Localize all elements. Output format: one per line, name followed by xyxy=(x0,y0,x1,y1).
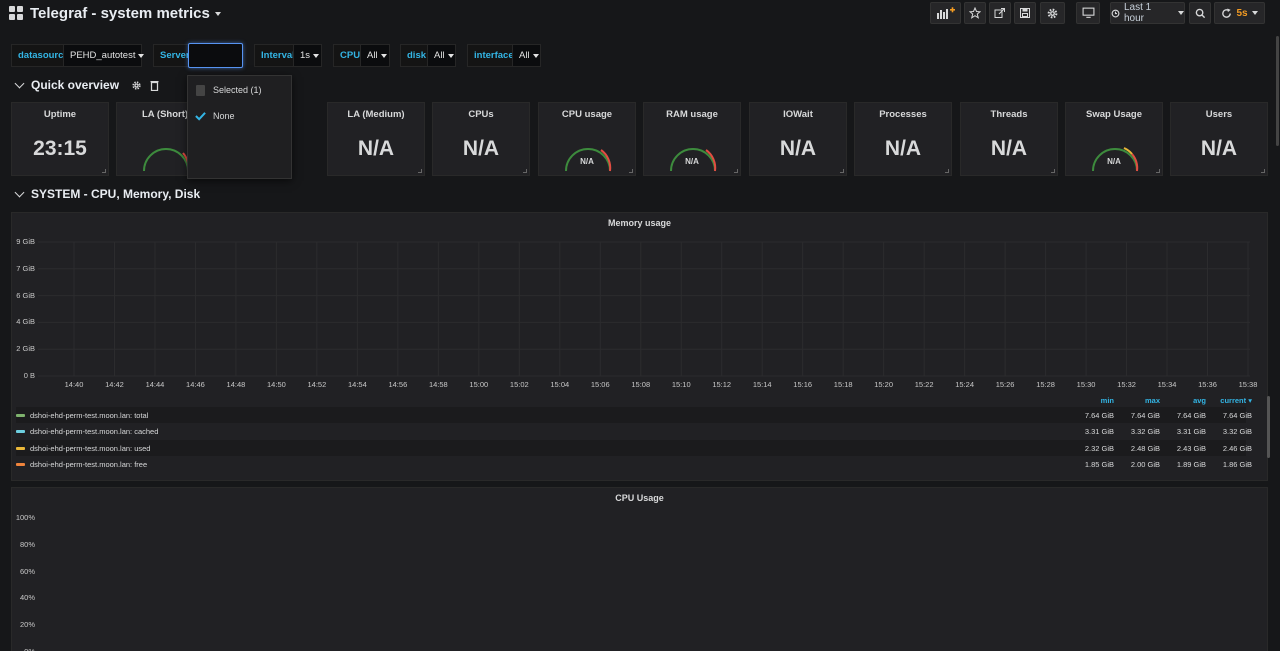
x-tick-label: 15:04 xyxy=(550,380,570,389)
x-tick-label: 15:14 xyxy=(752,380,772,389)
series-name[interactable]: dshoi-ehd-perm-test.moon.lan: used xyxy=(30,444,150,453)
legend-value-current: 3.32 GiB xyxy=(1222,427,1252,436)
y-tick-label: 4 GiB xyxy=(16,317,35,327)
y-tick-label: 100% xyxy=(15,513,35,522)
series-color-swatch[interactable] xyxy=(16,446,25,450)
x-tick-label: 15:24 xyxy=(955,380,974,389)
series-color-swatch[interactable] xyxy=(16,430,25,433)
series-color-swatch[interactable] xyxy=(16,463,25,466)
x-tick-label: 15:32 xyxy=(1117,380,1136,389)
x-tick-label: 14:48 xyxy=(226,380,246,389)
x-tick-label: 14:54 xyxy=(347,380,367,389)
legend-value-current: 7.64 GiB xyxy=(1222,410,1252,420)
legend-header-avg[interactable]: avg xyxy=(1162,396,1206,405)
x-tick-label: 14:40 xyxy=(64,380,84,389)
y-tick-label: 0% xyxy=(5,647,35,651)
x-tick-label: 15:26 xyxy=(995,380,1015,389)
x-tick-label: 15:12 xyxy=(712,380,732,389)
x-tick-label: 15:28 xyxy=(1036,380,1055,389)
legend-value-avg: 7.64 GiB xyxy=(1176,410,1206,420)
legend-value-max: 7.64 GiB xyxy=(1130,410,1160,420)
x-tick-label: 15:22 xyxy=(914,380,934,389)
x-tick-label: 15:18 xyxy=(833,380,853,389)
x-tick-label: 15:20 xyxy=(874,380,894,389)
series-color-swatch[interactable] xyxy=(16,413,25,417)
option-label: Selected (1) xyxy=(213,85,262,95)
x-tick-label: 15:06 xyxy=(590,380,610,389)
page-scrollbar[interactable] xyxy=(1276,36,1279,146)
legend-value-max: 2.48 GiB xyxy=(1130,443,1160,453)
legend-row[interactable]: dshoi-ehd-perm-test.moon.lan: cached 3.31… xyxy=(16,424,1252,440)
x-tick-label: 14:50 xyxy=(267,380,286,389)
x-tick-label: 14:46 xyxy=(186,380,205,389)
x-tick-label: 15:10 xyxy=(671,380,691,389)
legend-value-min: 1.85 GiB xyxy=(1084,460,1114,469)
y-tick-label: 2 GiB xyxy=(16,344,35,354)
x-tick-label: 15:30 xyxy=(1076,380,1096,389)
y-tick-label: 80% xyxy=(19,539,35,549)
legend-header-max[interactable]: max xyxy=(1116,396,1160,405)
legend-value-min: 7.64 GiB xyxy=(1084,410,1114,420)
y-tick-label: 40% xyxy=(19,593,35,603)
legend-row[interactable]: dshoi-ehd-perm-test.moon.lan: free 1.85 G… xyxy=(16,457,1252,473)
x-tick-label: 14:56 xyxy=(388,380,408,389)
x-tick-label: 14:44 xyxy=(145,380,165,389)
checkbox-icon xyxy=(195,84,206,96)
legend-value-current: 1.86 GiB xyxy=(1222,460,1252,469)
y-tick-label: 7 GiB xyxy=(16,263,35,273)
series-name[interactable]: dshoi-ehd-perm-test.moon.lan: total xyxy=(30,411,148,420)
legend-value-min: 2.32 GiB xyxy=(1084,443,1114,453)
x-tick-label: 15:02 xyxy=(509,380,529,389)
y-tick-label: 60% xyxy=(19,566,35,576)
cpu-usage-panel[interactable]: CPU Usage xyxy=(11,487,1268,651)
legend-scrollbar[interactable] xyxy=(1267,396,1270,458)
x-tick-label: 15:08 xyxy=(631,380,651,389)
checkmark-icon xyxy=(195,111,206,122)
x-tick-label: 15:16 xyxy=(793,380,813,389)
dropdown-option-selected[interactable]: Selected (1) xyxy=(195,82,262,98)
y-tick-label: 6 GiB xyxy=(16,290,35,300)
legend-value-max: 2.00 GiB xyxy=(1130,460,1160,469)
x-tick-label: 15:38 xyxy=(1238,380,1258,389)
series-name[interactable]: dshoi-ehd-perm-test.moon.lan: free xyxy=(30,460,147,469)
legend-value-avg: 1.89 GiB xyxy=(1176,460,1206,469)
legend-value-avg: 2.43 GiB xyxy=(1176,443,1206,453)
legend-header-current[interactable]: current ▾ xyxy=(1208,396,1252,405)
y-tick-label: 20% xyxy=(19,620,35,629)
panel-title: CPU Usage xyxy=(615,493,664,503)
legend-value-max: 3.32 GiB xyxy=(1130,427,1160,436)
series-name[interactable]: dshoi-ehd-perm-test.moon.lan: cached xyxy=(30,427,158,436)
legend-value-min: 3.31 GiB xyxy=(1084,427,1114,436)
legend-header-min[interactable]: min xyxy=(1070,396,1114,405)
server-dropdown-menu: Selected (1) None xyxy=(187,75,292,179)
y-tick-label: 0 B xyxy=(23,371,35,380)
y-tick-label: 9 GiB xyxy=(16,237,35,246)
x-tick-label: 15:34 xyxy=(1157,380,1177,389)
legend-row[interactable]: dshoi-ehd-perm-test.moon.lan: used 2.32 G… xyxy=(16,440,1252,456)
legend-value-current: 2.46 GiB xyxy=(1222,443,1252,453)
x-tick-label: 15:36 xyxy=(1198,380,1217,389)
x-tick-label: 14:52 xyxy=(307,380,327,389)
legend-value-avg: 3.31 GiB xyxy=(1176,427,1206,436)
dropdown-option-none[interactable]: None xyxy=(195,108,235,124)
x-tick-label: 14:58 xyxy=(428,380,448,389)
x-tick-label: 14:42 xyxy=(105,380,124,389)
x-tick-label: 15:00 xyxy=(469,380,489,389)
option-label: None xyxy=(213,111,235,121)
legend-row[interactable]: dshoi-ehd-perm-test.moon.lan: total 7.64 … xyxy=(16,407,1252,423)
